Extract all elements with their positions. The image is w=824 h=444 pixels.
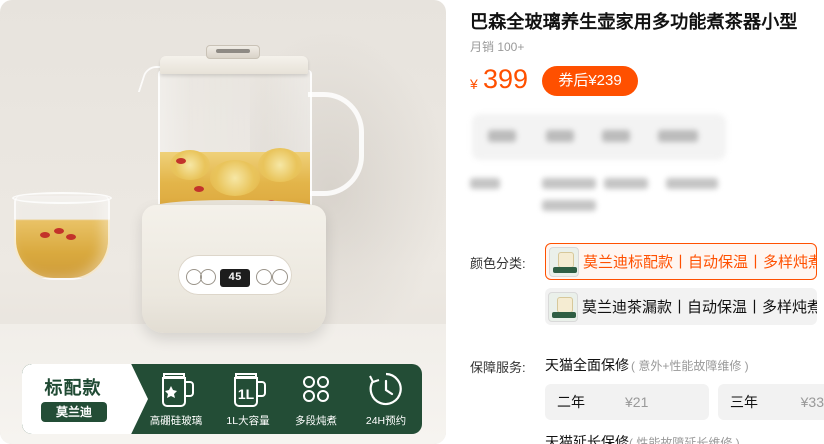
- service-plan-3yr[interactable]: 三年 ¥33: [718, 384, 824, 420]
- color-option-standard[interactable]: 莫兰迪标配款丨自动保温丨多样炖煮: [545, 243, 817, 280]
- capacity-1l-icon: 1L: [234, 373, 266, 407]
- panel-display: 45: [220, 269, 250, 287]
- feature-label: 1L大容量: [226, 415, 270, 427]
- teacup-berries: [40, 228, 80, 244]
- plan-price: ¥21: [625, 394, 649, 410]
- panel-button: [256, 269, 272, 285]
- glass-jug-icon: [162, 373, 194, 407]
- tea-berry: [194, 186, 204, 192]
- option-label: 莫兰迪茶漏款丨自动保温丨多样炖煮: [582, 299, 817, 316]
- feature-label: 多段炖煮: [295, 415, 337, 427]
- plan-price: ¥33: [800, 394, 824, 410]
- option-label: 莫兰迪标配款丨自动保温丨多样炖煮: [583, 254, 817, 271]
- extended-warranty-note: ( 性能故障延长维修 ): [629, 436, 740, 444]
- banner-title: 标配款: [44, 378, 102, 398]
- option-thumbnail: [548, 291, 578, 322]
- blurred-promo-card: [472, 114, 726, 160]
- power-button-icon: [272, 269, 288, 285]
- kettle-lid-knob-bar: [216, 49, 250, 53]
- blurred-shipping-info: [470, 176, 770, 216]
- service-plan-2yr[interactable]: 二年 ¥21: [545, 384, 709, 420]
- clock-24h-icon: [369, 372, 402, 406]
- tea-berry: [176, 158, 186, 164]
- plan-name: 二年: [557, 394, 585, 410]
- extended-warranty-name: 天猫延长保修: [545, 434, 629, 444]
- tea-flower: [170, 150, 210, 180]
- grid-modes-icon: [303, 376, 329, 402]
- service-note: ( 意外+性能故障维修 ): [631, 359, 749, 373]
- banner-subtitle: 莫兰迪: [41, 402, 107, 422]
- tea-flower: [210, 160, 260, 196]
- product-main-image[interactable]: 45 标配款 莫兰迪 高硼硅玻璃 1L 1L大容量 多段炖煮 24H预约: [0, 0, 446, 444]
- feature-glass: 高硼硅玻璃: [140, 370, 212, 428]
- feature-banner: 标配款 莫兰迪 高硼硅玻璃 1L 1L大容量 多段炖煮 24H预约: [22, 364, 422, 434]
- service-label: 保障服务:: [470, 360, 526, 375]
- product-title: 巴森全玻璃养生壶家用多功能煮茶器小型: [470, 12, 798, 32]
- feature-modes: 多段炖煮: [280, 370, 352, 428]
- price-currency: ¥: [470, 76, 478, 92]
- color-option-label: 颜色分类:: [470, 256, 526, 271]
- monthly-sales: 月销 100+: [470, 40, 525, 54]
- color-option-strainer[interactable]: 莫兰迪茶漏款丨自动保温丨多样炖煮: [545, 288, 817, 325]
- feature-schedule: 24H预约: [350, 370, 422, 428]
- feature-label: 高硼硅玻璃: [149, 415, 203, 427]
- kettle-handle: [308, 92, 364, 196]
- coupon-price-badge[interactable]: 券后¥239: [542, 66, 638, 96]
- service-name: 天猫全面保修: [545, 357, 629, 373]
- capacity-icon-text: 1L: [238, 386, 255, 402]
- extended-warranty: 天猫延长保修( 性能故障延长维修 ): [545, 432, 740, 444]
- option-thumbnail: [549, 246, 579, 277]
- tea-flower: [258, 148, 302, 182]
- feature-capacity: 1L 1L大容量: [212, 370, 284, 428]
- service-guarantee: 天猫全面保修( 意外+性能故障维修 ): [545, 355, 749, 375]
- plan-name: 三年: [730, 394, 758, 410]
- panel-button: [200, 269, 216, 285]
- feature-label: 24H预约: [365, 415, 407, 427]
- price: 399: [483, 64, 529, 94]
